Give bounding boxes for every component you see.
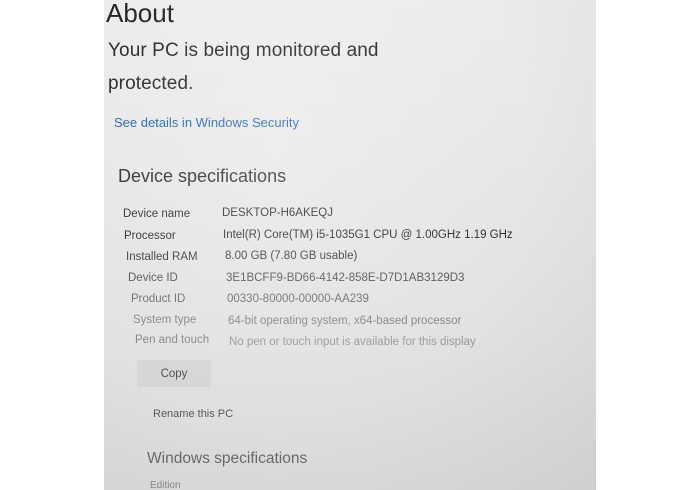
protection-status-line-2: protected. <box>108 73 194 94</box>
spec-value-device-name: DESKTOP-H6AKEQJ <box>222 207 333 219</box>
spec-label-pen-and-touch: Pen and touch <box>135 334 210 346</box>
spec-value-device-id: 3E1BCFF9-BD66-4142-858E-D7D1AB3129D3 <box>226 272 465 284</box>
settings-about-page: About Your PC is being monitored and pro… <box>104 0 596 490</box>
spec-label-system-type: System type <box>133 314 197 326</box>
spec-label-processor: Processor <box>124 230 176 242</box>
spec-value-processor: Intel(R) Core(TM) i5-1035G1 CPU @ 1.00GH… <box>223 229 513 241</box>
windows-specifications-heading: Windows specifications <box>147 450 308 467</box>
edition-label: Edition <box>150 480 181 490</box>
spec-label-installed-ram: Installed RAM <box>126 251 198 263</box>
copy-button[interactable]: Copy <box>137 360 211 387</box>
protection-status-line-1: Your PC is being monitored and <box>108 40 379 61</box>
spec-value-installed-ram: 8.00 GB (7.80 GB usable) <box>225 250 358 262</box>
spec-label-product-id: Product ID <box>131 293 186 305</box>
spec-value-pen-and-touch: No pen or touch input is available for t… <box>229 336 476 348</box>
rename-pc-button[interactable]: Rename this PC <box>153 408 233 420</box>
spec-label-device-id: Device ID <box>128 272 178 284</box>
windows-security-link[interactable]: See details in Windows Security <box>114 115 299 130</box>
device-specifications-heading: Device specifications <box>118 166 287 186</box>
spec-value-product-id: 00330-80000-00000-AA239 <box>227 293 369 305</box>
spec-label-device-name: Device name <box>123 208 191 220</box>
page-title: About <box>106 0 174 28</box>
spec-value-system-type: 64-bit operating system, x64-based proce… <box>228 315 462 327</box>
